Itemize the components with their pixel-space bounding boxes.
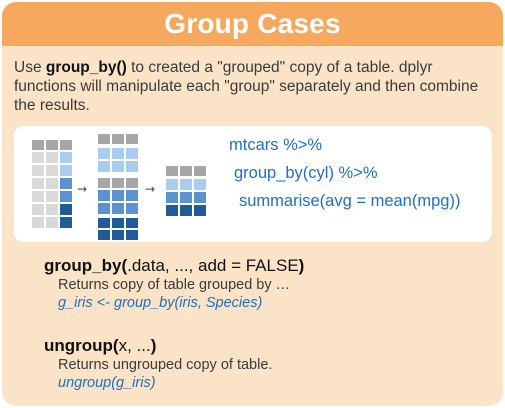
close-paren: ) (298, 256, 305, 275)
example-box: → → mtcars %>% group_by(cyl) %>% summari… (14, 126, 492, 242)
code-line-3: summarise(avg = mean(mpg)) (239, 192, 461, 210)
intro-text: Use group_by() to created a "grouped" co… (14, 58, 494, 115)
function-description: Returns ungrouped copy of table. (58, 357, 273, 373)
function-example: ungroup(g_iris) (58, 375, 156, 391)
intro-function-name: group_by() (45, 59, 127, 76)
function-args: x, ... (118, 336, 151, 355)
card-title: Group Cases (164, 8, 341, 39)
function-signature: ungroup(x, ...) (44, 336, 272, 356)
source-table-graphic (32, 140, 72, 228)
arrow-icon-1: → (77, 182, 87, 196)
function-name: group_by (44, 256, 122, 275)
code-line-1: mtcars %>% (229, 136, 323, 154)
grouping-diagram: → → (32, 134, 206, 240)
card-header: Group Cases (2, 2, 503, 46)
close-paren: ) (150, 336, 157, 355)
function-description: Returns copy of table grouped by … (58, 277, 291, 293)
grouped-table-graphic (98, 134, 138, 240)
code-line-2: group_by(cyl) %>% (234, 164, 378, 182)
function-example: g_iris <- group_by(iris, Species) (58, 295, 263, 311)
function-signature: group_by(.data, ..., add = FALSE) (44, 256, 304, 276)
function-name: ungroup (44, 336, 113, 355)
arrow-icon-2: → (145, 182, 155, 196)
function-ungroup: ungroup(x, ...) Returns ungrouped copy o… (44, 336, 272, 392)
group-cases-card: Group Cases Use group_by() to created a … (2, 2, 503, 406)
summary-table-graphic (166, 166, 206, 216)
function-group-by: group_by(.data, ..., add = FALSE) Return… (44, 256, 304, 312)
intro-prefix: Use (14, 59, 46, 76)
function-args: .data, ..., add = FALSE (127, 256, 299, 275)
